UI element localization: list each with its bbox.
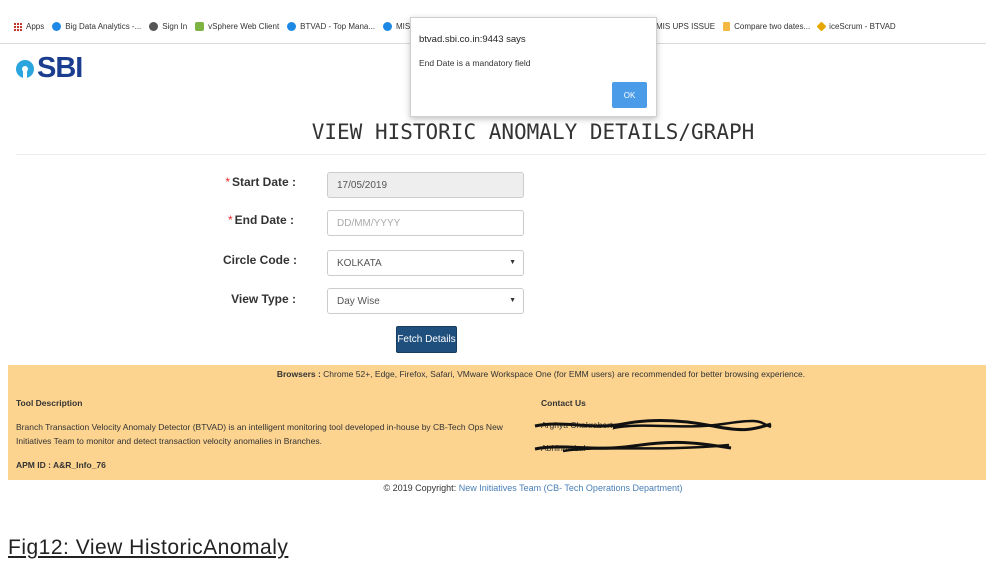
site-icon (287, 22, 297, 31)
page-title: VIEW HISTORIC ANOMALY DETAILS/GRAPH (311, 120, 755, 144)
bookmark-label: Compare two dates... (734, 22, 811, 31)
end-date-label: * End Date : (134, 213, 294, 227)
start-date-label: * Start Date : (136, 175, 296, 189)
required-mark: * (227, 213, 233, 227)
chevron-down-icon: ▼ (509, 297, 516, 304)
copyright-text: © 2019 Copyright: (383, 483, 457, 493)
bookmark-compare-dates[interactable]: Compare two dates... (723, 22, 810, 31)
site-icon (383, 22, 393, 31)
end-date-label-text: End Date : (234, 213, 294, 227)
bookmark-big-data-analytics[interactable]: Big Data Analytics -... (52, 22, 141, 31)
end-date-field[interactable]: DD/MM/YYYY (327, 210, 524, 236)
sbi-logo[interactable]: SBI (16, 52, 83, 85)
globe-icon (149, 22, 159, 31)
vsphere-icon (195, 22, 205, 31)
icescrum-icon (816, 21, 827, 32)
doc-icon (723, 22, 731, 31)
redaction-scribble (534, 418, 772, 432)
circle-code-label: Circle Code : (222, 253, 297, 267)
bookmark-label: vSphere Web Client (208, 22, 280, 31)
logo-text: SBI (37, 52, 83, 84)
bookmark-sign-in[interactable]: Sign In (149, 22, 187, 31)
copyright-link[interactable]: New Initiatives Team (CB- Tech Operation… (459, 483, 683, 493)
bookmark-label: Apps (26, 22, 45, 31)
bookmark-label: iceScrum - BTVAD (829, 22, 896, 31)
chevron-down-icon: ▼ (509, 259, 516, 266)
view-type-select[interactable]: Day Wise ▼ (327, 288, 524, 314)
alert-dialog: btvad.sbi.co.in:9443 says End Date is a … (410, 17, 657, 117)
site-icon (52, 22, 62, 31)
bookmark-label: BTVAD - Top Mana... (300, 22, 376, 31)
bookmark-label: MIS UPS ISSUE (656, 22, 716, 31)
apps-grid-icon (14, 22, 22, 31)
info-panel: Browsers : Chrome 52+, Edge, Firefox, Sa… (8, 365, 986, 480)
bookmarks-right-group: MIS UPS ISSUE Compare two dates... iceSc… (656, 21, 904, 32)
view-type-label: View Type : (231, 292, 296, 306)
start-date-label-text: Start Date : (231, 175, 296, 189)
bookmark-apps[interactable]: Apps (14, 22, 44, 31)
alert-origin: btvad.sbi.co.in:9443 says (419, 34, 526, 45)
bookmark-icescrum[interactable]: iceScrum - BTVAD (816, 21, 896, 32)
circle-code-value: KOLKATA (337, 257, 382, 269)
bookmark-mis-ups-issue[interactable]: MIS UPS ISSUE (656, 22, 715, 31)
fetch-details-button[interactable]: Fetch Details (396, 326, 457, 353)
view-type-value: Day Wise (337, 295, 380, 307)
alert-ok-button[interactable]: OK (612, 82, 647, 108)
browsers-note: Browsers : Chrome 52+, Edge, Firefox, Sa… (8, 369, 986, 379)
alert-message: End Date is a mandatory field (419, 58, 531, 68)
tool-description-heading: Tool Description (16, 398, 83, 408)
sbi-logo-icon (16, 59, 34, 78)
tool-description-text: Branch Transaction Velocity Anomaly Dete… (16, 422, 503, 446)
copyright-footer: © 2019 Copyright: New Initiatives Team (… (0, 483, 986, 493)
figure-caption: Fig12: View HistoricAnomaly (8, 536, 289, 559)
circle-code-select[interactable]: KOLKATA ▼ (327, 250, 524, 276)
apm-id: APM ID : A&R_Info_76 (16, 460, 106, 470)
bookmark-btvad-top[interactable]: BTVAD - Top Mana... (287, 22, 375, 31)
bookmark-vsphere[interactable]: vSphere Web Client (195, 22, 279, 31)
contact-us-heading: Contact Us (541, 398, 586, 408)
title-divider (16, 154, 986, 155)
bookmark-label: Sign In (162, 22, 188, 31)
browsers-label: Browsers : (276, 369, 321, 379)
start-date-field[interactable]: 17/05/2019 (327, 172, 524, 198)
required-mark: * (225, 175, 230, 189)
bookmark-label: Big Data Analytics -... (65, 22, 142, 31)
redaction-scribble (534, 440, 732, 453)
browsers-text: Chrome 52+, Edge, Firefox, Safari, VMwar… (323, 369, 806, 379)
